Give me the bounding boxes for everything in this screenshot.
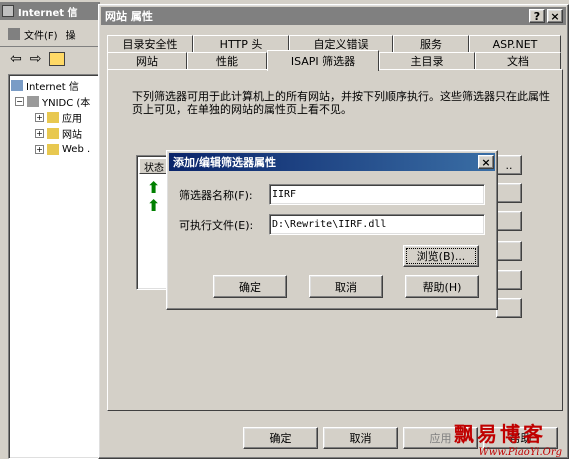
mmc-menubar: 文件(F) 操 xyxy=(0,24,100,44)
filter-name-label: 筛选器名称(F): xyxy=(179,189,253,202)
tree-item-server[interactable]: − YNIDC (本 xyxy=(15,93,90,109)
dialog-help-button[interactable]: 帮助(H) xyxy=(405,275,479,298)
up-folder-icon[interactable] xyxy=(49,51,66,66)
filter-dialog-titlebar: 添加/编辑筛选器属性 xyxy=(169,153,495,171)
folder-icon xyxy=(47,127,59,139)
ok-button[interactable]: 确定 xyxy=(243,427,318,449)
server-icon xyxy=(27,95,39,107)
mmc-menu-icon xyxy=(8,28,20,40)
move-down-button-partial[interactable] xyxy=(496,298,522,318)
add-button-partial[interactable]: .. xyxy=(496,155,522,175)
properties-title: 网站 属性 xyxy=(105,10,153,23)
mmc-title: Internet 信 xyxy=(18,7,78,19)
properties-titlebar: 网站 属性 xyxy=(101,7,566,25)
executable-input[interactable]: D:\Rewrite\IIRF.dll xyxy=(269,214,485,235)
edit-button-partial[interactable] xyxy=(496,211,522,231)
mmc-toolbar: ⇦ ⇨ xyxy=(0,46,100,70)
dialog-close-button[interactable]: × xyxy=(478,155,494,169)
expand-icon[interactable]: + xyxy=(35,112,44,122)
mmc-titlebar: Internet 信 xyxy=(0,2,100,20)
expand-icon[interactable]: + xyxy=(35,128,44,138)
expand-icon[interactable]: + xyxy=(35,144,44,154)
tab-documents[interactable]: 文档 xyxy=(475,52,561,69)
tree-item-root[interactable]: Internet 信 xyxy=(11,77,79,93)
tab-aspnet[interactable]: ASP.NET xyxy=(469,35,561,52)
iis-icon xyxy=(2,5,14,17)
filter-name-input[interactable]: IIRF xyxy=(269,184,485,205)
iis-icon xyxy=(11,79,23,91)
tree-item-webext[interactable]: + Web . xyxy=(35,141,90,157)
menu-action[interactable]: 操 xyxy=(66,27,76,42)
mmc-window: Internet 信 文件(F) 操 ⇦ ⇨ Internet 信 − YNID… xyxy=(0,0,100,459)
dialog-cancel-button[interactable]: 取消 xyxy=(309,275,383,298)
executable-label: 可执行文件(E): xyxy=(179,219,254,232)
forward-arrow-icon[interactable]: ⇨ xyxy=(30,51,42,67)
filter-dialog-title: 添加/编辑筛选器属性 xyxy=(173,156,277,169)
watermark: 飘易博客 Www.PiaoYi.Org xyxy=(420,418,568,458)
tab-service[interactable]: 服务 xyxy=(393,35,469,52)
browse-button[interactable]: 浏览(B)... xyxy=(403,245,479,267)
move-up-button-partial[interactable] xyxy=(496,270,522,290)
filters-description: 下列筛选器可用于此计算机上的所有网站，并按下列顺序执行。这些筛选器只在此属性页上… xyxy=(132,90,550,116)
collapse-icon[interactable]: − xyxy=(15,96,24,106)
tab-directory-security[interactable]: 目录安全性 xyxy=(107,35,193,52)
up-arrow-icon: ⬆ xyxy=(147,178,161,197)
watermark-text: 飘易博客 xyxy=(454,422,546,446)
filter-dialog: 添加/编辑筛选器属性 × 筛选器名称(F): IIRF 可执行文件(E): D:… xyxy=(166,150,498,310)
help-title-button[interactable]: ? xyxy=(529,9,545,23)
up-arrow-icon: ⬆ xyxy=(147,196,161,215)
tab-isapi-filters[interactable]: ISAPI 筛选器 xyxy=(267,50,379,71)
mmc-tree: Internet 信 − YNIDC (本 + 应用 + 网站 + Web . xyxy=(8,74,100,459)
list-header-status[interactable]: 状态 xyxy=(139,158,169,174)
disable-button-partial[interactable] xyxy=(496,241,522,261)
menu-file[interactable]: 文件(F) xyxy=(24,27,58,42)
remove-button-partial[interactable] xyxy=(496,183,522,203)
dialog-ok-button[interactable]: 确定 xyxy=(213,275,287,298)
close-title-button[interactable]: × xyxy=(547,9,563,23)
folder-icon xyxy=(47,111,59,123)
tree-item-websites[interactable]: + 网站 xyxy=(35,125,82,141)
cancel-button[interactable]: 取消 xyxy=(323,427,398,449)
tab-home-directory[interactable]: 主目录 xyxy=(379,52,475,69)
folder-icon xyxy=(47,143,59,155)
tree-item-apppools[interactable]: + 应用 xyxy=(35,109,82,125)
watermark-url: Www.PiaoYi.Org xyxy=(478,447,562,458)
tab-website[interactable]: 网站 xyxy=(107,52,187,69)
tab-performance[interactable]: 性能 xyxy=(187,52,267,69)
back-arrow-icon[interactable]: ⇦ xyxy=(10,51,22,67)
